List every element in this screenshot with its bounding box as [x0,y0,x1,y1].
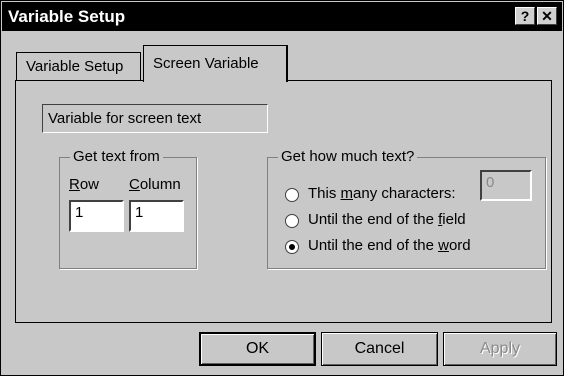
column-value: 1 [135,204,144,221]
radio-end-of-word[interactable] [285,240,299,254]
get-text-from-legend: Get text from [70,148,163,165]
get-text-from-group: Get text from Row Column 1 1 [59,148,197,269]
get-how-much-text-legend: Get how much text? [278,148,418,165]
tab-variable-setup[interactable]: Variable Setup [16,52,141,80]
radio-end-of-field[interactable] [285,214,299,228]
character-count-input[interactable]: 0 [480,170,532,201]
radio-many-characters-label: This many characters: [308,185,456,202]
row-label: Row [69,176,100,193]
help-button[interactable]: ? [515,7,535,25]
tab-label: Variable Setup [26,58,124,75]
ok-button[interactable]: OK [199,332,316,366]
radio-selected-dot [289,244,295,250]
window-title: Variable Setup [8,7,126,26]
title-bar[interactable]: Variable Setup ? ✕ [2,2,562,31]
close-button[interactable]: ✕ [537,7,557,25]
variable-name-value: Variable for screen text [48,110,202,127]
cancel-button[interactable]: Cancel [321,332,438,366]
variable-name-field[interactable]: Variable for screen text [42,104,268,133]
radio-end-of-word-label: Until the end of the word [308,237,471,254]
help-icon: ? [520,8,530,24]
close-icon: ✕ [541,8,553,24]
column-input[interactable]: 1 [129,200,184,232]
row-value: 1 [75,204,84,221]
get-how-much-text-group: Get how much text? This many characters:… [267,148,546,269]
tab-panel: Variable for screen text Get text from R… [15,80,552,323]
tab-label: Screen Variable [153,55,259,72]
radio-end-of-field-label: Until the end of the field [308,211,466,228]
row-input[interactable]: 1 [69,200,124,232]
column-label: Column [129,176,181,193]
radio-many-characters[interactable] [285,188,299,202]
character-count-value: 0 [486,174,495,191]
variable-setup-dialog: Variable Setup ? ✕ Variable Setup Screen… [0,0,564,376]
apply-button[interactable]: Apply [443,332,557,366]
tab-screen-variable[interactable]: Screen Variable [143,45,288,82]
